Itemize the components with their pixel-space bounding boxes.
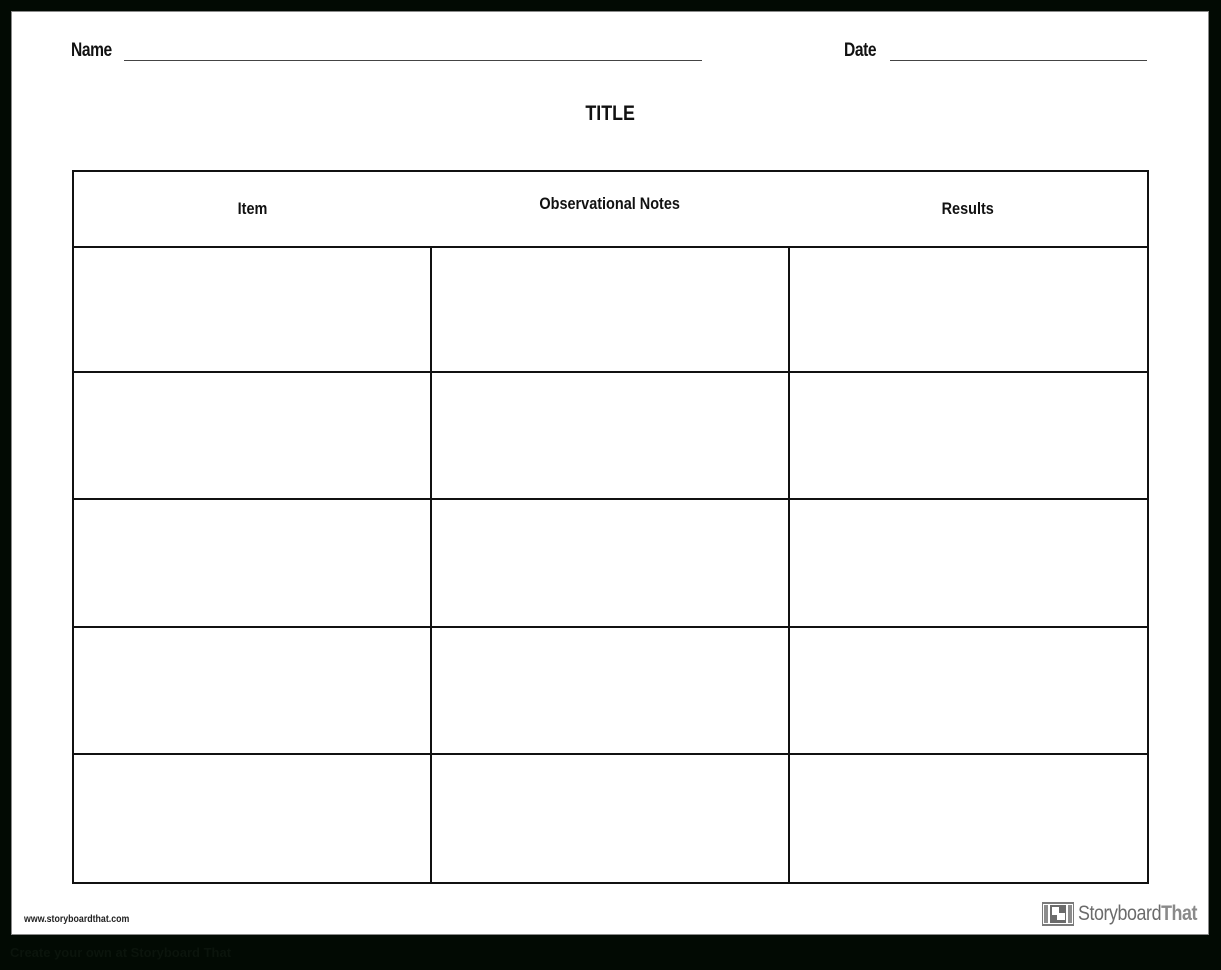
- table-cell-notes[interactable]: [431, 246, 789, 371]
- table-cell-notes[interactable]: [431, 500, 789, 625]
- footer-url[interactable]: www.storyboardthat.com: [24, 914, 129, 925]
- logo-text: StoryboardThat: [1078, 902, 1197, 926]
- table-cell-results[interactable]: [789, 246, 1147, 371]
- column-header-observational-notes: Observational Notes: [431, 167, 789, 241]
- column-divider: [788, 500, 790, 626]
- table-row: [74, 373, 1147, 501]
- column-divider: [788, 246, 790, 372]
- column-divider: [788, 627, 790, 753]
- worksheet-page: Name Date TITLE Item Observational Notes…: [11, 11, 1209, 935]
- column-divider: [430, 500, 432, 626]
- column-divider: [430, 627, 432, 753]
- date-field[interactable]: [890, 60, 1147, 61]
- table-cell-item[interactable]: [74, 755, 431, 882]
- table-cell-item[interactable]: [74, 373, 431, 498]
- table-cell-notes[interactable]: [431, 755, 789, 882]
- table-row: [74, 754, 1147, 882]
- column-header-results-text: Results: [941, 199, 995, 218]
- column-divider: [788, 373, 790, 499]
- table-row: [74, 627, 1147, 755]
- table-header-row: Item Observational Notes Results: [74, 172, 1147, 248]
- column-header-item-text: Item: [237, 199, 268, 218]
- bottom-caption: Create your own at Storyboard That: [10, 945, 232, 960]
- logo-text-main: Storyboard: [1078, 902, 1162, 925]
- name-label: Name: [71, 40, 112, 61]
- page-title-text: TITLE: [585, 102, 635, 125]
- table-row: [74, 246, 1147, 374]
- column-divider: [788, 754, 790, 882]
- storyboardthat-logo: StoryboardThat: [1042, 902, 1198, 926]
- table-row: [74, 500, 1147, 628]
- date-label: Date: [844, 40, 877, 61]
- logo-text-accent: That: [1161, 902, 1198, 925]
- table-cell-item[interactable]: [74, 246, 431, 371]
- table-cell-item[interactable]: [74, 628, 431, 753]
- column-header-results: Results: [789, 172, 1147, 246]
- observation-table: Item Observational Notes Results: [72, 170, 1149, 884]
- column-divider: [430, 246, 432, 372]
- column-divider: [430, 754, 432, 882]
- table-cell-results[interactable]: [789, 373, 1147, 498]
- column-divider: [430, 373, 432, 499]
- name-field[interactable]: [124, 60, 702, 61]
- table-cell-results[interactable]: [789, 500, 1147, 625]
- page-title: TITLE: [12, 102, 1208, 126]
- table-cell-results[interactable]: [789, 755, 1147, 882]
- table-cell-notes[interactable]: [431, 373, 789, 498]
- storyboard-logo-icon: [1042, 902, 1074, 926]
- column-header-item: Item: [74, 172, 431, 246]
- table-cell-results[interactable]: [789, 628, 1147, 753]
- table-cell-notes[interactable]: [431, 628, 789, 753]
- table-cell-item[interactable]: [74, 500, 431, 625]
- column-header-notes-text: Observational Notes: [539, 194, 681, 213]
